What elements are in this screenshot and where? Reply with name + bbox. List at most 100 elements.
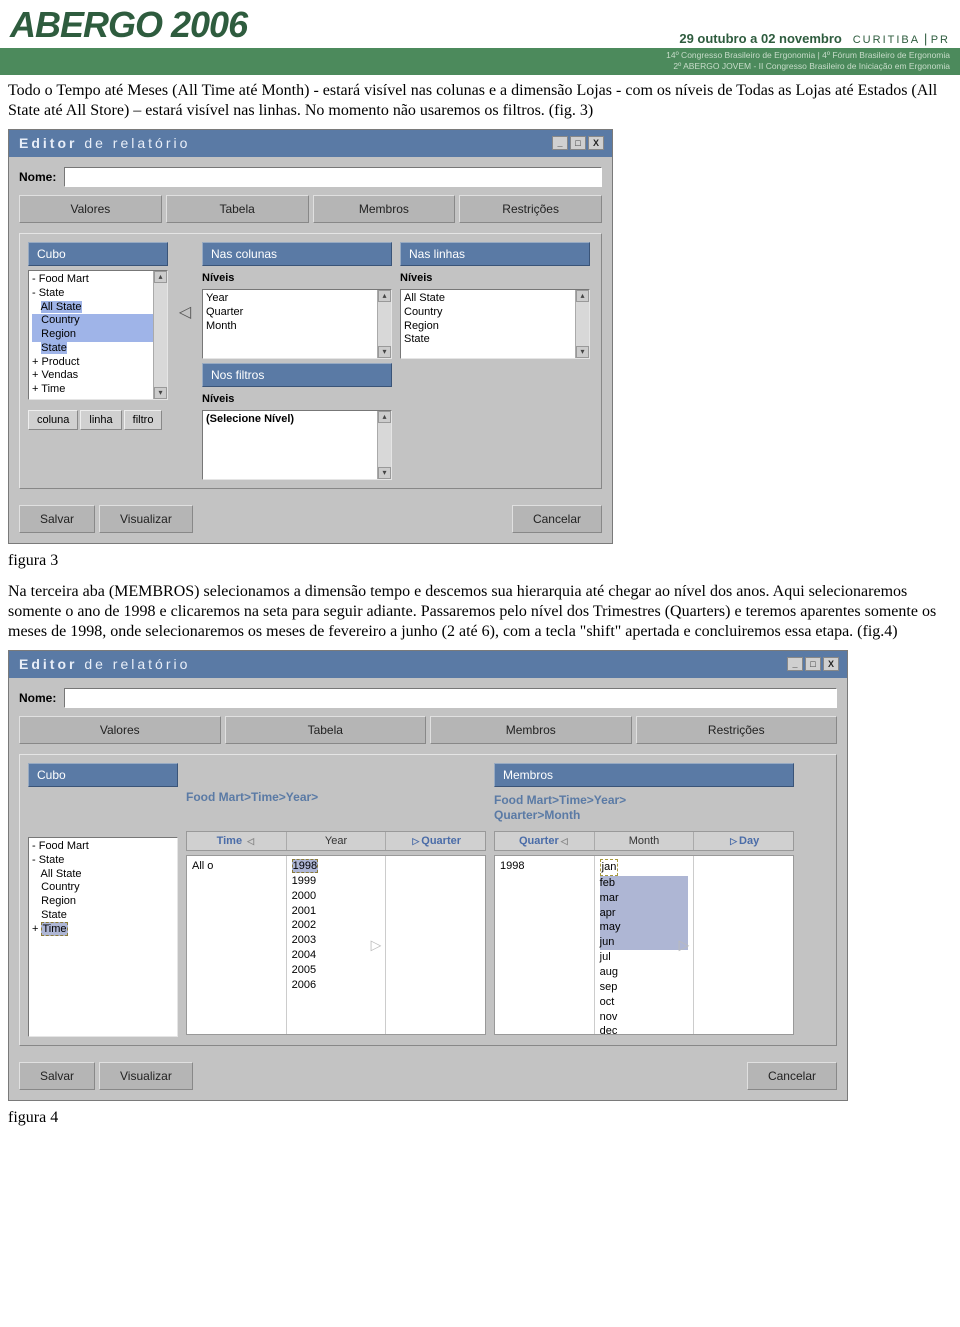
arrow-right-icon[interactable]: ▷	[371, 937, 382, 954]
tree-item[interactable]: Region	[32, 895, 174, 909]
nome-input[interactable]	[64, 167, 602, 187]
list-item[interactable]: Region	[404, 320, 586, 334]
scroll-down-icon[interactable]: ▾	[576, 346, 589, 358]
salvar-button[interactable]: Salvar	[19, 1062, 95, 1090]
list-item[interactable]: 2006	[292, 978, 381, 993]
list-item[interactable]: 1999	[292, 874, 381, 889]
coluna-button[interactable]: coluna	[28, 410, 78, 430]
tab-valores[interactable]: Valores	[19, 195, 162, 223]
close-icon[interactable]: X	[823, 657, 839, 671]
tab-tabela[interactable]: Tabela	[225, 716, 427, 744]
tab-restricoes[interactable]: Restrições	[636, 716, 838, 744]
tab-valores[interactable]: Valores	[19, 716, 221, 744]
months-col[interactable]: jan feb mar apr may jun jul aug sep oct …	[595, 856, 695, 1034]
list-item[interactable]: 2001	[292, 904, 381, 919]
list-item[interactable]: nov	[600, 1010, 689, 1025]
list-item[interactable]: dec	[600, 1024, 689, 1039]
scroll-down-icon[interactable]: ▾	[378, 346, 391, 358]
nome-input[interactable]	[64, 688, 837, 708]
tree-item[interactable]: All State	[32, 868, 174, 882]
tree-item[interactable]: All State	[32, 301, 164, 315]
tree-item[interactable]: - Food Mart	[32, 273, 164, 287]
arrow-right-icon[interactable]: ▷	[679, 937, 690, 954]
list-item[interactable]: All State	[404, 292, 586, 306]
tree-item[interactable]: State	[32, 342, 164, 356]
tree-item[interactable]: - State	[32, 287, 164, 301]
list-item[interactable]: Country	[404, 306, 586, 320]
nav-time[interactable]: Time ◁	[187, 832, 287, 850]
allo-col[interactable]: All o	[187, 856, 287, 1034]
tree-item[interactable]: + Time	[32, 923, 174, 937]
visualizar-button[interactable]: Visualizar	[99, 505, 193, 533]
nav-day[interactable]: ▷Day	[694, 832, 793, 850]
scroll-up-icon[interactable]: ▴	[576, 290, 589, 302]
tree-item[interactable]: + Product	[32, 356, 164, 370]
tree-item[interactable]: State	[32, 909, 174, 923]
tree-item[interactable]: Country	[32, 314, 164, 328]
scrollbar[interactable]: ▴ ▾	[377, 411, 391, 479]
scroll-up-icon[interactable]: ▴	[378, 411, 391, 423]
minimize-icon[interactable]: _	[787, 657, 803, 671]
row-levels-listbox[interactable]: All State Country Region State ▴ ▾	[400, 289, 590, 359]
filtro-button[interactable]: filtro	[124, 410, 163, 430]
tree-item[interactable]: + Time	[32, 383, 164, 397]
list-item[interactable]: State	[404, 333, 586, 347]
tree-item[interactable]: - Food Mart	[32, 840, 174, 854]
list-item[interactable]: oct	[600, 995, 689, 1010]
tree-item[interactable]: Country	[32, 881, 174, 895]
list-item[interactable]: jun	[600, 935, 689, 950]
list-item[interactable]: apr	[600, 906, 689, 921]
list-item[interactable]: 1998	[500, 859, 589, 874]
close-icon[interactable]: X	[588, 136, 604, 150]
tree-item[interactable]: - State	[32, 854, 174, 868]
tab-membros[interactable]: Membros	[430, 716, 632, 744]
list-item[interactable]: jan	[600, 859, 689, 876]
list-item[interactable]: may	[600, 920, 689, 935]
tab-restricoes[interactable]: Restrições	[459, 195, 602, 223]
minimize-icon[interactable]: _	[552, 136, 568, 150]
scrollbar[interactable]: ▴ ▾	[153, 271, 167, 399]
scroll-down-icon[interactable]: ▾	[378, 467, 391, 479]
filter-placeholder[interactable]: (Selecione Nível)	[206, 413, 388, 427]
scroll-up-icon[interactable]: ▴	[378, 290, 391, 302]
arrow-left-icon[interactable]: ◁	[179, 302, 191, 322]
list-item[interactable]: Quarter	[206, 306, 388, 320]
tab-tabela[interactable]: Tabela	[166, 195, 309, 223]
list-item[interactable]: 2000	[292, 889, 381, 904]
list-item[interactable]: 1998	[292, 859, 381, 874]
filter-listbox[interactable]: (Selecione Nível) ▴ ▾	[202, 410, 392, 480]
list-item[interactable]: jul	[600, 950, 689, 965]
cancelar-button[interactable]: Cancelar	[747, 1062, 837, 1090]
scroll-up-icon[interactable]: ▴	[154, 271, 167, 283]
list-item[interactable]: 2003	[292, 933, 381, 948]
maximize-icon[interactable]: □	[805, 657, 821, 671]
nav-quarter[interactable]: ▷Quarter	[386, 832, 485, 850]
list-item[interactable]: 2004	[292, 948, 381, 963]
scroll-down-icon[interactable]: ▾	[154, 387, 167, 399]
list-item[interactable]: mar	[600, 891, 689, 906]
quarter-col[interactable]: 1998	[495, 856, 595, 1034]
nav-month[interactable]: Month	[595, 832, 695, 850]
scrollbar[interactable]: ▴ ▾	[377, 290, 391, 358]
tab-membros[interactable]: Membros	[313, 195, 456, 223]
list-item[interactable]: 2002	[292, 918, 381, 933]
list-item[interactable]: Month	[206, 320, 388, 334]
list-item[interactable]: sep	[600, 980, 689, 995]
list-item[interactable]: aug	[600, 965, 689, 980]
list-item[interactable]: feb	[600, 876, 689, 891]
salvar-button[interactable]: Salvar	[19, 505, 95, 533]
nav-year[interactable]: Year	[287, 832, 387, 850]
cubo-tree-listbox[interactable]: - Food Mart - State All State Country Re…	[28, 270, 168, 400]
nav-quarter2[interactable]: Quarter◁	[495, 832, 595, 850]
linha-button[interactable]: linha	[80, 410, 121, 430]
scrollbar[interactable]: ▴ ▾	[575, 290, 589, 358]
tree-item[interactable]: + Vendas	[32, 369, 164, 383]
tree-item[interactable]: Region	[32, 328, 164, 342]
cubo-tree-listbox[interactable]: - Food Mart - State All State Country Re…	[28, 837, 178, 1037]
col-levels-listbox[interactable]: Year Quarter Month ▴ ▾	[202, 289, 392, 359]
allo-item[interactable]: All o	[192, 859, 281, 874]
list-item[interactable]: Year	[206, 292, 388, 306]
maximize-icon[interactable]: □	[570, 136, 586, 150]
cancelar-button[interactable]: Cancelar	[512, 505, 602, 533]
years-col[interactable]: 1998 1999 2000 2001 2002 2003 2004 2005 …	[287, 856, 387, 1034]
